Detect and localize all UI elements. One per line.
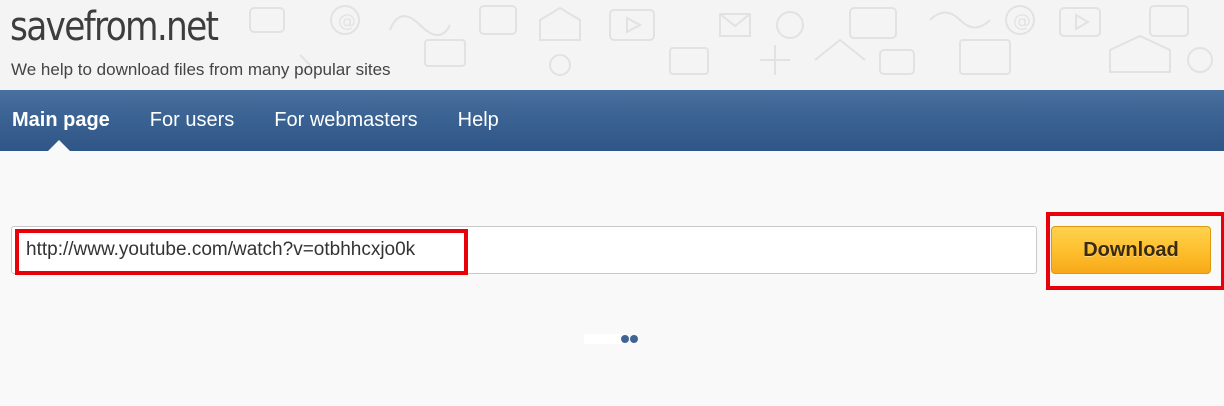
doodle-icons: @ @	[249, 5, 1213, 76]
site-header: @ @ savefrom.net We help to download fil…	[0, 0, 1224, 90]
loading-dots-icon	[584, 333, 640, 345]
nav-item-help[interactable]: Help	[438, 90, 519, 151]
main-navigation: Main page For users For webmasters Help	[0, 90, 1224, 151]
url-input[interactable]	[11, 226, 1037, 274]
loader-track	[584, 334, 624, 344]
download-button[interactable]: Download	[1051, 226, 1211, 274]
svg-text:@: @	[338, 11, 356, 32]
site-logo[interactable]: savefrom.net	[10, 4, 219, 50]
nav-item-for-webmasters[interactable]: For webmasters	[254, 90, 437, 151]
loader-dot	[621, 335, 629, 343]
active-tab-pointer	[48, 140, 70, 151]
svg-text:@: @	[1013, 11, 1031, 32]
site-tagline: We help to download files from many popu…	[11, 60, 391, 79]
loader-dot	[630, 335, 638, 343]
nav-item-for-users[interactable]: For users	[130, 90, 254, 151]
